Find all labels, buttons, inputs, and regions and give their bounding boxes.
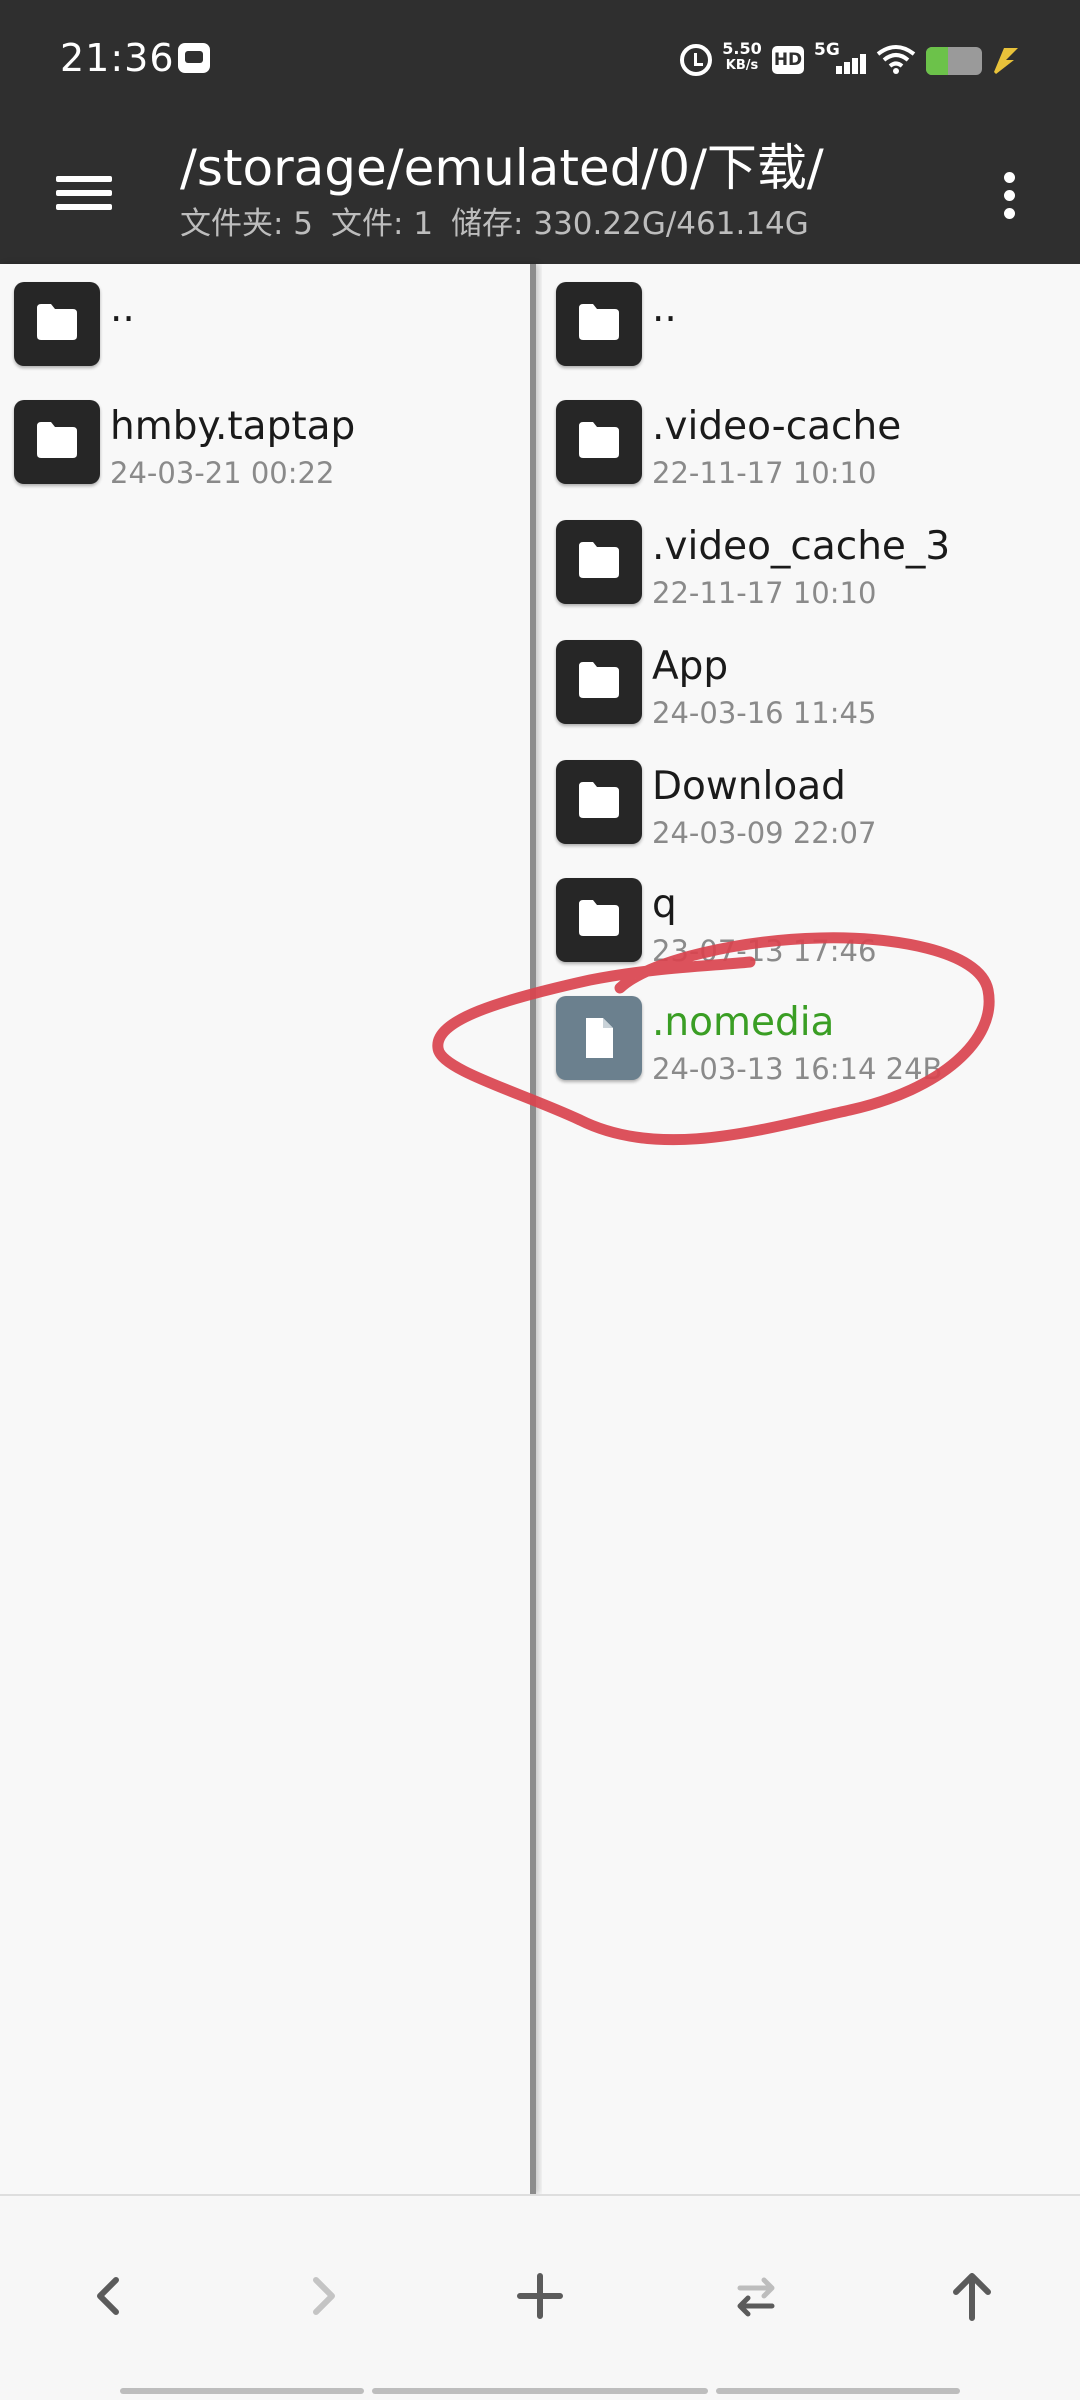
folder-count: 文件夹: 5	[180, 206, 314, 242]
gesture-bar-segment	[716, 2388, 960, 2394]
folder-icon	[556, 282, 642, 366]
item-name: ..	[110, 286, 135, 331]
file-list-item[interactable]: .nomedia 24-03-13 16:14 24B	[542, 978, 1080, 1096]
menu-button[interactable]	[40, 148, 130, 238]
folder-icon	[556, 760, 642, 844]
file-list-item[interactable]: Download 24-03-09 22:07	[542, 742, 1080, 860]
item-meta: 22-11-17 10:10	[652, 576, 877, 610]
item-name: q	[652, 882, 677, 927]
forward-button[interactable]	[274, 2246, 374, 2346]
item-name: Download	[652, 764, 846, 809]
network-speed-unit: KB/s	[725, 58, 759, 73]
file-list-item[interactable]: ..	[542, 264, 1080, 382]
forward-arrow-icon	[313, 2277, 335, 2315]
file-list-item[interactable]: App 24-03-16 11:45	[542, 622, 1080, 740]
file-icon	[556, 996, 642, 1080]
folder-icon	[14, 400, 100, 484]
battery-level-fill	[926, 47, 949, 75]
item-name: App	[652, 644, 729, 689]
cellular-signal-icon: 5G	[814, 40, 866, 76]
overflow-menu-button[interactable]	[990, 154, 1030, 234]
app-toolbar: /storage/emulated/0/下载/ 文件夹: 5 文件: 1 储存: 3…	[0, 118, 1080, 264]
item-name: .video_cache_3	[652, 524, 951, 569]
file-count: 文件: 1	[331, 206, 434, 242]
folder-icon	[556, 878, 642, 962]
charging-icon	[990, 44, 1020, 76]
file-list-item[interactable]: ..	[0, 264, 530, 382]
swap-arrows-icon	[737, 2277, 775, 2317]
left-file-pane: .. hmby.taptap 24-03-21 00:22	[0, 264, 536, 2194]
item-meta: 24-03-13 16:14 24B	[652, 1052, 943, 1086]
up-arrow-icon	[953, 2273, 991, 2321]
gesture-bar-segment	[120, 2388, 364, 2394]
alarm-icon	[680, 44, 712, 76]
file-list-item[interactable]: .video_cache_3 22-11-17 10:10	[542, 502, 1080, 620]
folder-icon	[14, 282, 100, 366]
network-speed: 5.50 KB/s	[720, 40, 764, 74]
folder-icon	[556, 400, 642, 484]
add-button[interactable]	[490, 2246, 590, 2346]
battery-icon	[926, 47, 982, 75]
item-name: .video-cache	[652, 404, 902, 449]
network-type-label: 5G	[814, 40, 840, 60]
current-path-title: /storage/emulated/0/下载/	[180, 139, 824, 197]
status-bar: 21:36 5.50 KB/s HD 5G	[0, 0, 1080, 118]
item-meta: 22-11-17 10:10	[652, 456, 877, 490]
item-name: .nomedia	[652, 1000, 835, 1045]
item-meta: 24-03-09 22:07	[652, 816, 877, 850]
folder-icon	[556, 520, 642, 604]
item-name: hmby.taptap	[110, 404, 356, 449]
gesture-bar-segment	[372, 2388, 708, 2394]
folder-stats: 文件夹: 5 文件: 1 储存: 330.22G/461.14G	[180, 198, 827, 243]
parent-folder-button[interactable]	[922, 2246, 1022, 2346]
item-meta: 23-07-13 17:46	[652, 934, 877, 968]
swap-panes-button[interactable]	[706, 2246, 806, 2346]
item-meta: 24-03-16 11:45	[652, 696, 877, 730]
notification-app-icon	[178, 43, 210, 73]
storage-usage: 储存: 330.22G/461.14G	[451, 206, 809, 242]
plus-icon	[517, 2273, 563, 2319]
status-time: 21:36	[60, 36, 175, 80]
item-meta: 24-03-21 00:22	[110, 456, 335, 490]
right-file-pane: .. .video-cache 22-11-17 10:10 .video_ca…	[542, 264, 1080, 2194]
bottom-action-bar	[0, 2194, 1080, 2400]
file-list-item[interactable]: .video-cache 22-11-17 10:10	[542, 382, 1080, 500]
item-name: ..	[652, 286, 677, 331]
file-list-item[interactable]: q 23-07-13 17:46	[542, 860, 1080, 978]
wifi-icon	[876, 44, 916, 74]
back-arrow-icon	[97, 2277, 119, 2315]
network-speed-value: 5.50	[722, 39, 762, 58]
hd-icon: HD	[772, 46, 804, 74]
file-list-item[interactable]: hmby.taptap 24-03-21 00:22	[0, 382, 530, 500]
back-button[interactable]	[58, 2246, 158, 2346]
folder-icon	[556, 640, 642, 724]
